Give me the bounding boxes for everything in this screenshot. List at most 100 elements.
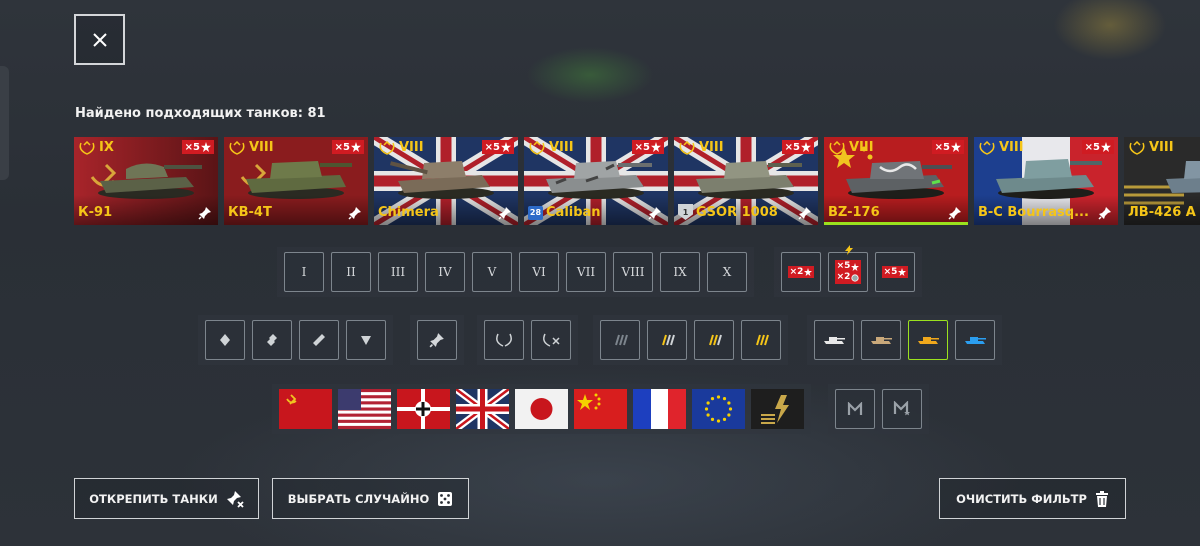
tier-filter-button[interactable]: VI [519,252,559,292]
unpin-icon [226,490,244,508]
m-letter-icon [847,402,863,415]
tier-filter-button[interactable]: IV [425,252,465,292]
xp-x5-filter-button[interactable]: ×5 [875,252,915,292]
tank-destroyer-icon [965,337,986,344]
france-flag-icon [633,389,686,429]
nation-germany-filter[interactable] [397,389,450,429]
xp-x2-filter-button[interactable]: ×2 [781,252,821,292]
common-rarity-filter-button[interactable] [205,320,245,360]
nation-uk-filter[interactable] [456,389,509,429]
usa-flag-icon [338,389,391,429]
tier-filter-button[interactable]: IX [660,252,700,292]
medium-tank-filter-button[interactable] [861,320,901,360]
pin-icon[interactable] [1098,206,1112,220]
tier-filter-button[interactable]: V [472,252,512,292]
heavy-tank-filter-button[interactable] [908,320,948,360]
tank-destroyer-filter-button[interactable] [955,320,995,360]
star-icon [501,142,511,152]
tier-filter-button[interactable]: II [331,252,371,292]
ussr-flag-icon [279,389,332,429]
tank-image [389,161,494,199]
uk-flag-icon [456,389,509,429]
tank-name: Caliban [546,205,601,220]
tier-filter-button[interactable]: VIII [613,252,653,292]
tier-emblem-icon [1129,140,1145,155]
tier-filter-button[interactable]: I [284,252,324,292]
clear-filter-button[interactable]: ОЧИСТИТЬ ФИЛЬТР [939,478,1126,519]
tank-card-selected[interactable]: VIII ×5 BZ-176 [824,137,968,225]
xp-filter-label: ×2 [836,272,851,282]
nation-usa-filter[interactable] [338,389,391,429]
xp-multiplier-value: ×5 [784,141,800,153]
double-diamond-icon [267,334,277,346]
xp-multiplier-value: ×5 [334,141,350,153]
camo-level-4-filter-button[interactable] [741,320,781,360]
pinned-filter-button[interactable] [417,320,457,360]
tier-emblem-icon [979,140,995,155]
tier-filter-button[interactable]: VII [566,252,606,292]
pin-icon[interactable] [948,206,962,220]
legendary-rarity-filter-button[interactable] [346,320,386,360]
tank-tier: IX [99,140,114,155]
tank-card-partial[interactable]: VIII ЛВ-426 А [1124,137,1200,225]
camo-level-3-filter-button[interactable] [694,320,734,360]
xp-multiplier-value: ×5 [184,141,200,153]
tank-name: BZ-176 [828,205,880,220]
epic-rarity-filter-button[interactable] [299,320,339,360]
tank-card[interactable]: VIII ×5 1 GSOR 1008 [674,137,818,225]
pin-icon[interactable] [198,206,212,220]
mode-m-star-filter-button[interactable] [882,389,922,429]
clear-filter-label: ОЧИСТИТЬ ФИЛЬТР [956,491,1087,506]
stripes-2-icon [662,334,675,346]
tier-emblem-icon [79,140,95,155]
tank-tier: VIII [549,140,574,155]
tank-tier: VIII [249,140,274,155]
mastery-filter-panel [477,315,578,365]
tank-card[interactable]: VIII ×5 B-C Bourrasq... [974,137,1118,225]
dice-icon [438,491,453,506]
pin-icon [429,333,444,348]
tier-filter-button[interactable]: III [378,252,418,292]
tank-card[interactable]: IX ×5 К-91 [74,137,218,225]
mode-m-filter-button[interactable] [835,389,875,429]
tier-filter-button[interactable]: X [707,252,747,292]
tier-emblem-icon [679,140,695,155]
nation-hybrid-filter[interactable] [751,389,804,429]
pin-icon[interactable] [648,206,662,220]
random-select-button[interactable]: ВЫБРАТЬ СЛУЧАЙНО [272,478,469,519]
germany-flag-icon [397,389,450,429]
rare-rarity-filter-button[interactable] [252,320,292,360]
pin-icon[interactable] [798,206,812,220]
nation-japan-filter[interactable] [515,389,568,429]
star-icon [851,262,860,271]
nation-europe-filter[interactable] [692,389,745,429]
close-button[interactable] [74,14,125,65]
tank-card[interactable]: VIII ×5 Chimera [374,137,518,225]
m-letter-star-icon [893,401,910,416]
nation-france-filter[interactable] [633,389,686,429]
nation-ussr-filter[interactable] [279,389,332,429]
tank-card[interactable]: VIII ×5 28 Caliban [524,137,668,225]
tank-card[interactable]: VIII ×5 КВ-4Т [224,137,368,225]
nation-china-filter[interactable] [574,389,627,429]
xp-multiplier-badge: ×5 [481,140,514,154]
xp-multiplier-badge: ×5 [631,140,664,154]
xp-filter-label: ×2 [789,267,804,277]
pin-icon[interactable] [498,206,512,220]
stripes-4-icon [756,334,769,346]
camo-level-2-filter-button[interactable] [647,320,687,360]
unpin-tanks-button[interactable]: ОТКРЕПИТЬ ТАНКИ [74,478,259,519]
tank-name: ЛВ-426 А [1128,205,1196,220]
laurel-crossed-icon [543,333,560,347]
europe-flag-icon [692,389,745,429]
laurel-filter-button[interactable] [484,320,524,360]
no-laurel-filter-button[interactable] [531,320,571,360]
found-count-label: Найдено подходящих танков: 81 [75,106,326,121]
tank-type-filter-panel [807,315,1002,365]
light-tank-filter-button[interactable] [814,320,854,360]
xp-combo-filter-button[interactable]: ×5 ×2 [828,245,868,292]
tank-image [696,161,802,199]
pin-icon[interactable] [348,206,362,220]
camo-level-1-filter-button[interactable] [600,320,640,360]
close-icon [92,32,107,47]
